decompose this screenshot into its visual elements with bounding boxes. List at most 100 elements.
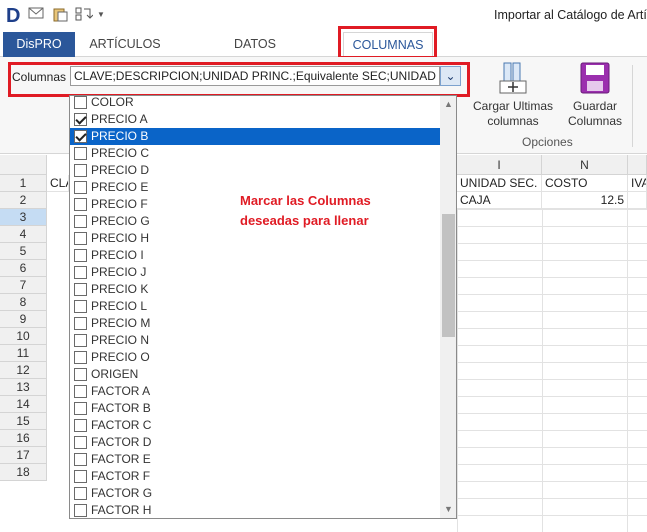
columns-dropdown-list[interactable]: COLOR PRECIO A PRECIO B PRECIO C PRECIO … xyxy=(69,95,457,519)
tab-articulos[interactable]: ARTÍCULOS xyxy=(80,32,170,57)
cell-costo-value[interactable]: 12.5 xyxy=(542,192,628,209)
list-item[interactable]: PRECIO A xyxy=(70,111,440,128)
checkbox[interactable] xyxy=(74,487,87,500)
list-item[interactable]: PRECIO K xyxy=(70,281,440,298)
dropdown-arrow-icon[interactable]: ▼ xyxy=(97,6,105,24)
row-header[interactable]: 11 xyxy=(0,345,47,362)
row-header[interactable]: 16 xyxy=(0,430,47,447)
list-item[interactable]: PRECIO J xyxy=(70,264,440,281)
row-header[interactable]: 17 xyxy=(0,447,47,464)
row-header[interactable]: 13 xyxy=(0,379,47,396)
checkbox[interactable] xyxy=(74,96,87,109)
checkbox[interactable] xyxy=(74,215,87,228)
checkbox[interactable] xyxy=(74,249,87,262)
save-icon xyxy=(580,62,610,94)
row-header[interactable]: 5 xyxy=(0,243,47,260)
cell-caja[interactable]: CAJA xyxy=(457,192,542,209)
checkbox[interactable] xyxy=(74,113,87,126)
column-header-i[interactable]: I xyxy=(457,155,542,175)
corner-cell[interactable] xyxy=(0,155,47,175)
save-columns-button[interactable]: Guardar Columnas xyxy=(562,61,628,129)
checkbox[interactable] xyxy=(74,402,87,415)
list-item[interactable]: PRECIO L xyxy=(70,298,440,315)
title-bar: D ▼ Importar al Catálogo de Artíc xyxy=(0,0,647,32)
checkbox[interactable] xyxy=(74,181,87,194)
checkbox[interactable] xyxy=(74,351,87,364)
list-item[interactable]: PRECIO I xyxy=(70,247,440,264)
row-header[interactable]: 9 xyxy=(0,311,47,328)
checkbox[interactable] xyxy=(74,385,87,398)
row-header[interactable]: 6 xyxy=(0,260,47,277)
list-item[interactable]: COLOR xyxy=(70,96,440,111)
checkbox[interactable] xyxy=(74,300,87,313)
save-button-label-2: Columnas xyxy=(567,114,623,128)
scroll-down-icon[interactable]: ▼ xyxy=(440,501,456,518)
row-header[interactable]: 4 xyxy=(0,226,47,243)
load-button-label-2: columnas xyxy=(487,114,539,128)
app-logo: D xyxy=(6,5,21,27)
list-item[interactable]: PRECIO O xyxy=(70,349,440,366)
column-header-next[interactable] xyxy=(628,155,647,175)
checkbox[interactable] xyxy=(74,470,87,483)
envelope-icon[interactable] xyxy=(28,6,44,24)
tab-highlight-box xyxy=(338,26,437,59)
list-item[interactable]: PRECIO N xyxy=(70,332,440,349)
list-item-selected[interactable]: PRECIO B xyxy=(70,128,440,145)
list-item[interactable]: PRECIO D xyxy=(70,162,440,179)
checkbox[interactable] xyxy=(74,130,87,143)
sync-icon[interactable] xyxy=(75,6,94,24)
grid-area[interactable] xyxy=(457,209,647,532)
checkbox[interactable] xyxy=(74,419,87,432)
list-item[interactable]: FACTOR H xyxy=(70,502,440,518)
list-item[interactable]: FACTOR A xyxy=(70,383,440,400)
checkbox[interactable] xyxy=(74,368,87,381)
row-header[interactable]: 14 xyxy=(0,396,47,413)
list-item[interactable]: FACTOR B xyxy=(70,400,440,417)
row-header[interactable]: 8 xyxy=(0,294,47,311)
cell[interactable] xyxy=(628,192,647,209)
row-header[interactable]: 3 xyxy=(0,209,47,226)
checkbox[interactable] xyxy=(74,436,87,449)
row-header[interactable]: 10 xyxy=(0,328,47,345)
row-header[interactable]: 18 xyxy=(0,464,47,481)
tab-datos-predeterminados[interactable]: DATOS PREDETERMINADOS xyxy=(170,32,340,76)
checkbox[interactable] xyxy=(74,453,87,466)
list-item[interactable]: FACTOR F xyxy=(70,468,440,485)
scrollbar[interactable]: ▲ ▼ xyxy=(440,96,456,518)
list-item[interactable]: FACTOR G xyxy=(70,485,440,502)
row-header[interactable]: 2 xyxy=(0,192,47,209)
scroll-up-icon[interactable]: ▲ xyxy=(440,96,456,113)
list-item[interactable]: PRECIO M xyxy=(70,315,440,332)
list-item[interactable]: PRECIO H xyxy=(70,230,440,247)
row-header[interactable]: 12 xyxy=(0,362,47,379)
row-header[interactable]: 15 xyxy=(0,413,47,430)
checkbox[interactable] xyxy=(74,504,87,517)
list-item[interactable]: ORIGEN xyxy=(70,366,440,383)
checkbox[interactable] xyxy=(74,317,87,330)
columns-highlight-box xyxy=(8,62,470,97)
checkbox[interactable] xyxy=(74,164,87,177)
paste-icon[interactable] xyxy=(52,6,68,24)
list-item[interactable]: FACTOR C xyxy=(70,417,440,434)
checkbox[interactable] xyxy=(74,147,87,160)
checkbox[interactable] xyxy=(74,232,87,245)
row-header[interactable]: 7 xyxy=(0,277,47,294)
column-header-n[interactable]: N xyxy=(542,155,628,175)
cell-costo[interactable]: COSTO xyxy=(542,175,628,192)
checkbox[interactable] xyxy=(74,266,87,279)
list-item[interactable]: PRECIO C xyxy=(70,145,440,162)
annotation-line-2: deseadas para llenar xyxy=(240,213,369,228)
cell-unidad-sec[interactable]: UNIDAD SEC. xyxy=(457,175,542,192)
checkbox[interactable] xyxy=(74,198,87,211)
checkbox[interactable] xyxy=(74,334,87,347)
annotation-text: Marcar las Columnas deseadas para llenar xyxy=(240,191,440,231)
scrollbar-thumb[interactable] xyxy=(442,214,455,337)
cell-cla[interactable]: CLA xyxy=(47,175,69,192)
row-header[interactable]: 1 xyxy=(0,175,47,192)
tab-dispro[interactable]: DisPRO xyxy=(3,32,75,57)
cell-iva[interactable]: IVA xyxy=(628,175,647,192)
checkbox[interactable] xyxy=(74,283,87,296)
list-item[interactable]: FACTOR E xyxy=(70,451,440,468)
list-item[interactable]: FACTOR D xyxy=(70,434,440,451)
load-columns-button[interactable]: Cargar Ultimas columnas xyxy=(470,61,556,129)
